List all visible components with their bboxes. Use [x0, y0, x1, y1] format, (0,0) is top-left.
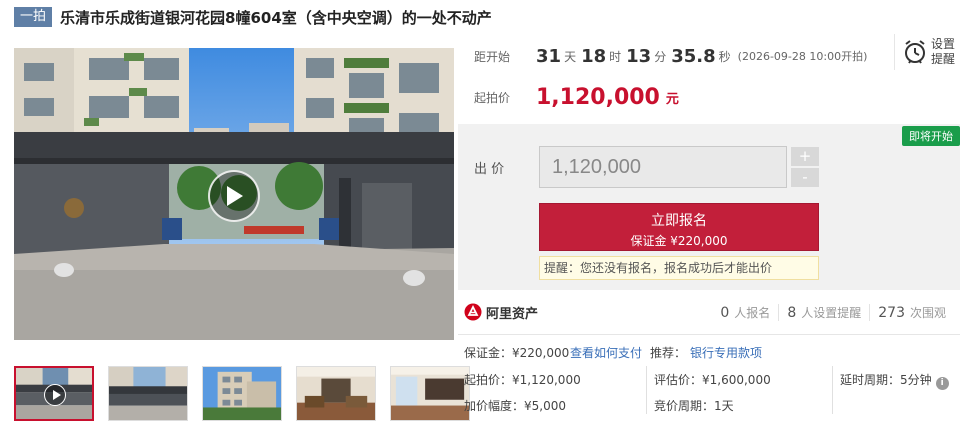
play-icon — [227, 186, 243, 206]
auction-round-badge: 一拍 — [14, 7, 53, 27]
stat-number: 0 — [720, 304, 730, 321]
bid-label: 出 价 — [474, 162, 505, 177]
countdown-days: 31 — [536, 45, 562, 67]
start-price-label: 起拍价 — [474, 90, 511, 105]
platform-stats-row: 阿里资产 0 人报名 8 人设置提醒 273 次围观 — [458, 296, 960, 328]
page-title: 乐清市乐成街道银河花园8幢604室（含中央空调）的一处不动产 — [60, 8, 492, 27]
deposit-info: 保证金：¥220,000 — [464, 346, 570, 360]
set-reminder-label: 设置 提醒 — [931, 37, 955, 67]
thumbnail-image — [297, 367, 375, 420]
ali-asset-logo-icon — [464, 303, 482, 321]
thumbnail-image — [109, 367, 187, 420]
countdown-label: 距开始 — [474, 49, 511, 64]
thumbnail-strip — [14, 366, 470, 421]
bid-amount-input[interactable]: 1,120,000 — [539, 146, 787, 188]
start-price-row: 起拍价 1,120,000 元 — [458, 80, 679, 114]
stat-label: 次围观 — [909, 305, 946, 320]
platform-name: 阿里资产 — [486, 306, 539, 322]
alarm-clock-icon — [905, 40, 925, 64]
countdown-seconds: 35.8 — [671, 45, 716, 67]
title-row: 一拍 乐清市乐成街道银河花园8幢604室（含中央空调）的一处不动产 — [14, 6, 950, 28]
thumbnail-photo[interactable] — [296, 366, 376, 421]
signup-button-label: 立即报名 — [651, 213, 707, 229]
thumbnail-photo[interactable] — [202, 366, 282, 421]
set-reminder-button[interactable]: 设置 提醒 — [894, 34, 960, 70]
appraisal-price-info: 评估价：¥1,600,000 — [654, 373, 771, 387]
countdown-minutes-unit: 分 — [654, 49, 667, 64]
stat-reminders: 8 人设置提醒 — [778, 303, 869, 321]
signup-deposit-label: 保证金 ¥220,000 — [630, 234, 728, 248]
thumbnail-photo[interactable] — [108, 366, 188, 421]
play-button[interactable] — [208, 170, 260, 222]
countdown-row: 距开始 31 天 18 时 13 分 35.8 秒 (2026-09-28 10… — [458, 34, 890, 78]
how-to-pay-link[interactable]: 查看如何支付 — [570, 344, 642, 361]
auction-start-time: (2026-09-28 10:00开拍) — [737, 50, 868, 63]
start-price-unit: 元 — [665, 91, 679, 107]
set-reminder-label-line2: 提醒 — [931, 52, 956, 66]
bid-increment-info: 加价幅度：¥5,000 — [464, 399, 566, 413]
stat-number: 273 — [878, 304, 905, 321]
help-icon[interactable]: i — [935, 377, 949, 390]
stat-label: 人设置提醒 — [801, 305, 862, 320]
countdown-seconds-unit: 秒 — [718, 49, 731, 64]
signup-reminder-tip: 提醒：您还没有报名，报名成功后才能出价 — [539, 256, 819, 280]
recommend-label: 推荐： — [650, 346, 687, 360]
delay-cycle-text: 延时周期：5分钟 — [840, 373, 932, 387]
countdown-hours: 18 — [581, 45, 607, 67]
stat-views: 273 次围观 — [869, 303, 954, 321]
start-price-info: 起拍价：¥1,120,000 — [464, 373, 581, 387]
column-divider — [646, 366, 647, 414]
stat-number: 8 — [787, 304, 797, 321]
auction-stats: 0 人报名 8 人设置提醒 273 次围观 — [712, 296, 954, 328]
bid-panel: 即将开始 出 价 1,120,000 + - 立即报名 保证金 ¥220,000… — [458, 124, 960, 290]
set-reminder-label-line1: 设置 — [931, 37, 956, 51]
main-video-player[interactable] — [14, 48, 454, 340]
start-price-value: 1,120,000 — [536, 84, 660, 110]
countdown-days-unit: 天 — [564, 49, 577, 64]
status-badge: 即将开始 — [902, 126, 960, 146]
thumbnail-play-icon — [44, 384, 66, 406]
thumbnail-image — [203, 367, 281, 420]
increase-bid-button[interactable]: + — [791, 147, 819, 166]
bid-cycle-info: 竞价周期：1天 — [654, 399, 734, 413]
auction-panel: 距开始 31 天 18 时 13 分 35.8 秒 (2026-09-28 10… — [458, 34, 960, 434]
signup-button[interactable]: 立即报名 保证金 ¥220,000 — [539, 203, 819, 251]
stat-signups: 0 人报名 — [712, 304, 778, 321]
platform-logo[interactable]: 阿里资产 — [464, 303, 538, 322]
delay-cycle-info: 延时周期：5分钟 i — [840, 371, 949, 390]
countdown-hours-unit: 时 — [609, 49, 622, 64]
divider — [458, 334, 960, 335]
stat-label: 人报名 — [734, 305, 771, 320]
decrease-bid-button[interactable]: - — [791, 168, 819, 187]
column-divider — [832, 366, 833, 414]
thumbnail-video[interactable] — [14, 366, 94, 421]
bank-payment-link[interactable]: 银行专用款项 — [690, 344, 762, 361]
countdown-minutes: 13 — [626, 45, 652, 67]
